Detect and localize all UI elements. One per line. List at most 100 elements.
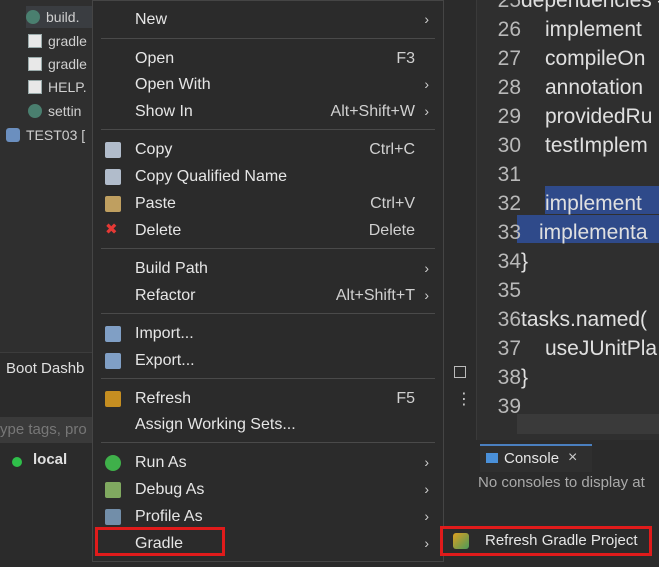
view-menu-icon[interactable]: ⋮ xyxy=(456,392,472,408)
menu-item-shortcut: Alt+Shift+T xyxy=(335,287,415,304)
line-number: 31 xyxy=(497,163,521,186)
chevron-right-icon: › xyxy=(424,260,429,276)
menu-item-label: Refactor xyxy=(135,287,196,304)
close-icon[interactable]: × xyxy=(568,449,577,467)
line-number: 26 xyxy=(497,18,521,41)
menu-item-label: Paste xyxy=(135,195,176,212)
tab-boot-dashboard[interactable]: Boot Dashb xyxy=(0,357,84,381)
tree-item-help[interactable]: HELP. xyxy=(28,76,87,98)
menu-separator xyxy=(101,129,435,130)
menu-item-label: Debug As xyxy=(135,481,205,498)
menu-item-export[interactable]: Export... xyxy=(93,347,443,374)
console-message: No consoles to display at xyxy=(478,474,645,491)
project-icon xyxy=(6,128,20,142)
code-editor[interactable]: 25 dependencies {26 implement 27 compileOn 28… xyxy=(476,0,659,440)
tree-item-gradle-2[interactable]: gradle xyxy=(28,53,87,75)
menu-item-refresh[interactable]: Refresh F5 xyxy=(93,385,443,412)
menu-item-label: New xyxy=(135,11,168,28)
menu-item-refactor[interactable]: Refactor Alt+Shift+T › xyxy=(93,282,443,309)
chevron-right-icon: › xyxy=(424,535,429,551)
gradle-highlight-box xyxy=(95,527,225,556)
code-line: implement xyxy=(545,192,642,215)
chevron-right-icon: › xyxy=(424,76,429,92)
copy-qualified-icon xyxy=(105,169,121,185)
menu-item-shortcut: F3 xyxy=(396,50,415,67)
line-number: 33 xyxy=(497,221,521,244)
menu-item-new[interactable]: New › xyxy=(93,6,443,33)
export-icon xyxy=(105,353,121,369)
context-menu: New › Open F3 Open With › Show In Alt+Shift+W › C… xyxy=(92,0,444,562)
line-number: 32 xyxy=(497,192,521,215)
menu-item-import[interactable]: Import... xyxy=(93,320,443,347)
line-number: 34 xyxy=(497,250,521,273)
tree-item-label: gradle xyxy=(48,56,87,72)
refresh-icon xyxy=(105,391,121,407)
menu-item-assign-working-sets[interactable]: Assign Working Sets... xyxy=(93,411,443,438)
menu-item-open[interactable]: Open F3 xyxy=(93,45,443,72)
menu-item-label: Run As xyxy=(135,454,187,471)
menu-separator xyxy=(101,38,435,39)
menu-item-shortcut: Alt+Shift+W xyxy=(330,103,415,120)
menu-item-copy[interactable]: Copy Ctrl+C xyxy=(93,136,443,163)
menu-item-profile-as[interactable]: Profile As › xyxy=(93,503,443,530)
tree-item-label: TEST03 [ xyxy=(26,127,86,143)
refresh-gradle-project-item[interactable]: Refresh Gradle Project xyxy=(485,532,638,549)
chevron-right-icon: › xyxy=(424,481,429,497)
chevron-right-icon: › xyxy=(424,11,429,27)
boot-dashboard-panel: Boot Dashb ype tags, pro local xyxy=(0,352,92,567)
menu-item-delete[interactable]: ✖ Delete Delete xyxy=(93,217,443,244)
line-number: 36 xyxy=(497,308,521,331)
copy-icon xyxy=(105,142,121,158)
menu-item-label: Export... xyxy=(135,352,195,369)
menu-item-show-in[interactable]: Show In Alt+Shift+W › xyxy=(93,98,443,125)
boot-filter-input[interactable]: ype tags, pro xyxy=(0,417,92,443)
menu-item-build-path[interactable]: Build Path › xyxy=(93,255,443,282)
maximize-icon[interactable] xyxy=(454,366,466,378)
code-line: } xyxy=(521,366,529,389)
local-server-label[interactable]: local xyxy=(33,451,67,468)
debug-icon xyxy=(105,482,121,498)
line-number: 37 xyxy=(497,337,521,360)
tree-item-label: settin xyxy=(48,103,82,119)
menu-separator xyxy=(101,378,435,379)
menu-item-label: Show In xyxy=(135,103,193,120)
profile-icon xyxy=(105,509,121,525)
file-icon xyxy=(28,34,42,48)
tree-item-label: gradle xyxy=(48,33,87,49)
refresh-gradle-icon xyxy=(453,533,469,549)
tree-item-build[interactable]: build. xyxy=(26,6,92,28)
tree-item-gradle-1[interactable]: gradle xyxy=(28,30,87,52)
gradle-submenu: Refresh Gradle Project xyxy=(440,526,652,556)
menu-item-open-with[interactable]: Open With › xyxy=(93,71,443,98)
line-number: 35 xyxy=(497,279,521,302)
code-line: compileOn xyxy=(545,47,646,70)
menu-item-debug-as[interactable]: Debug As › xyxy=(93,476,443,503)
tab-console[interactable]: Console × xyxy=(480,444,592,472)
chevron-right-icon: › xyxy=(424,103,429,119)
line-number: 28 xyxy=(497,76,521,99)
menu-item-label: Delete xyxy=(135,222,182,239)
line-number: 27 xyxy=(497,47,521,70)
menu-item-label: Build Path xyxy=(135,260,208,277)
code-line: implement xyxy=(545,18,642,41)
line-number: 30 xyxy=(497,134,521,157)
code-line: providedRu xyxy=(545,105,653,128)
local-status-icon xyxy=(12,457,22,467)
tree-item-settings[interactable]: settin xyxy=(28,100,81,122)
line-number: 39 xyxy=(497,395,521,418)
delete-icon: ✖ xyxy=(105,221,118,238)
editor-hscrollbar[interactable] xyxy=(517,414,659,434)
tree-item-label: HELP. xyxy=(48,79,87,95)
menu-item-run-as[interactable]: Run As › xyxy=(93,449,443,476)
menu-item-copy-qualified-name[interactable]: Copy Qualified Name xyxy=(93,163,443,190)
menu-item-label: Copy Qualified Name xyxy=(135,168,288,185)
file-icon xyxy=(28,57,42,71)
tree-item-test03[interactable]: TEST03 [ xyxy=(6,124,85,146)
paste-icon xyxy=(105,196,121,212)
menu-item-label: Refresh xyxy=(135,390,192,407)
boot-toolbar: ⋮ xyxy=(444,360,476,440)
console-icon xyxy=(486,453,498,463)
menu-item-shortcut: F5 xyxy=(396,390,415,407)
menu-item-paste[interactable]: Paste Ctrl+V xyxy=(93,190,443,217)
menu-item-shortcut: Delete xyxy=(368,222,415,239)
